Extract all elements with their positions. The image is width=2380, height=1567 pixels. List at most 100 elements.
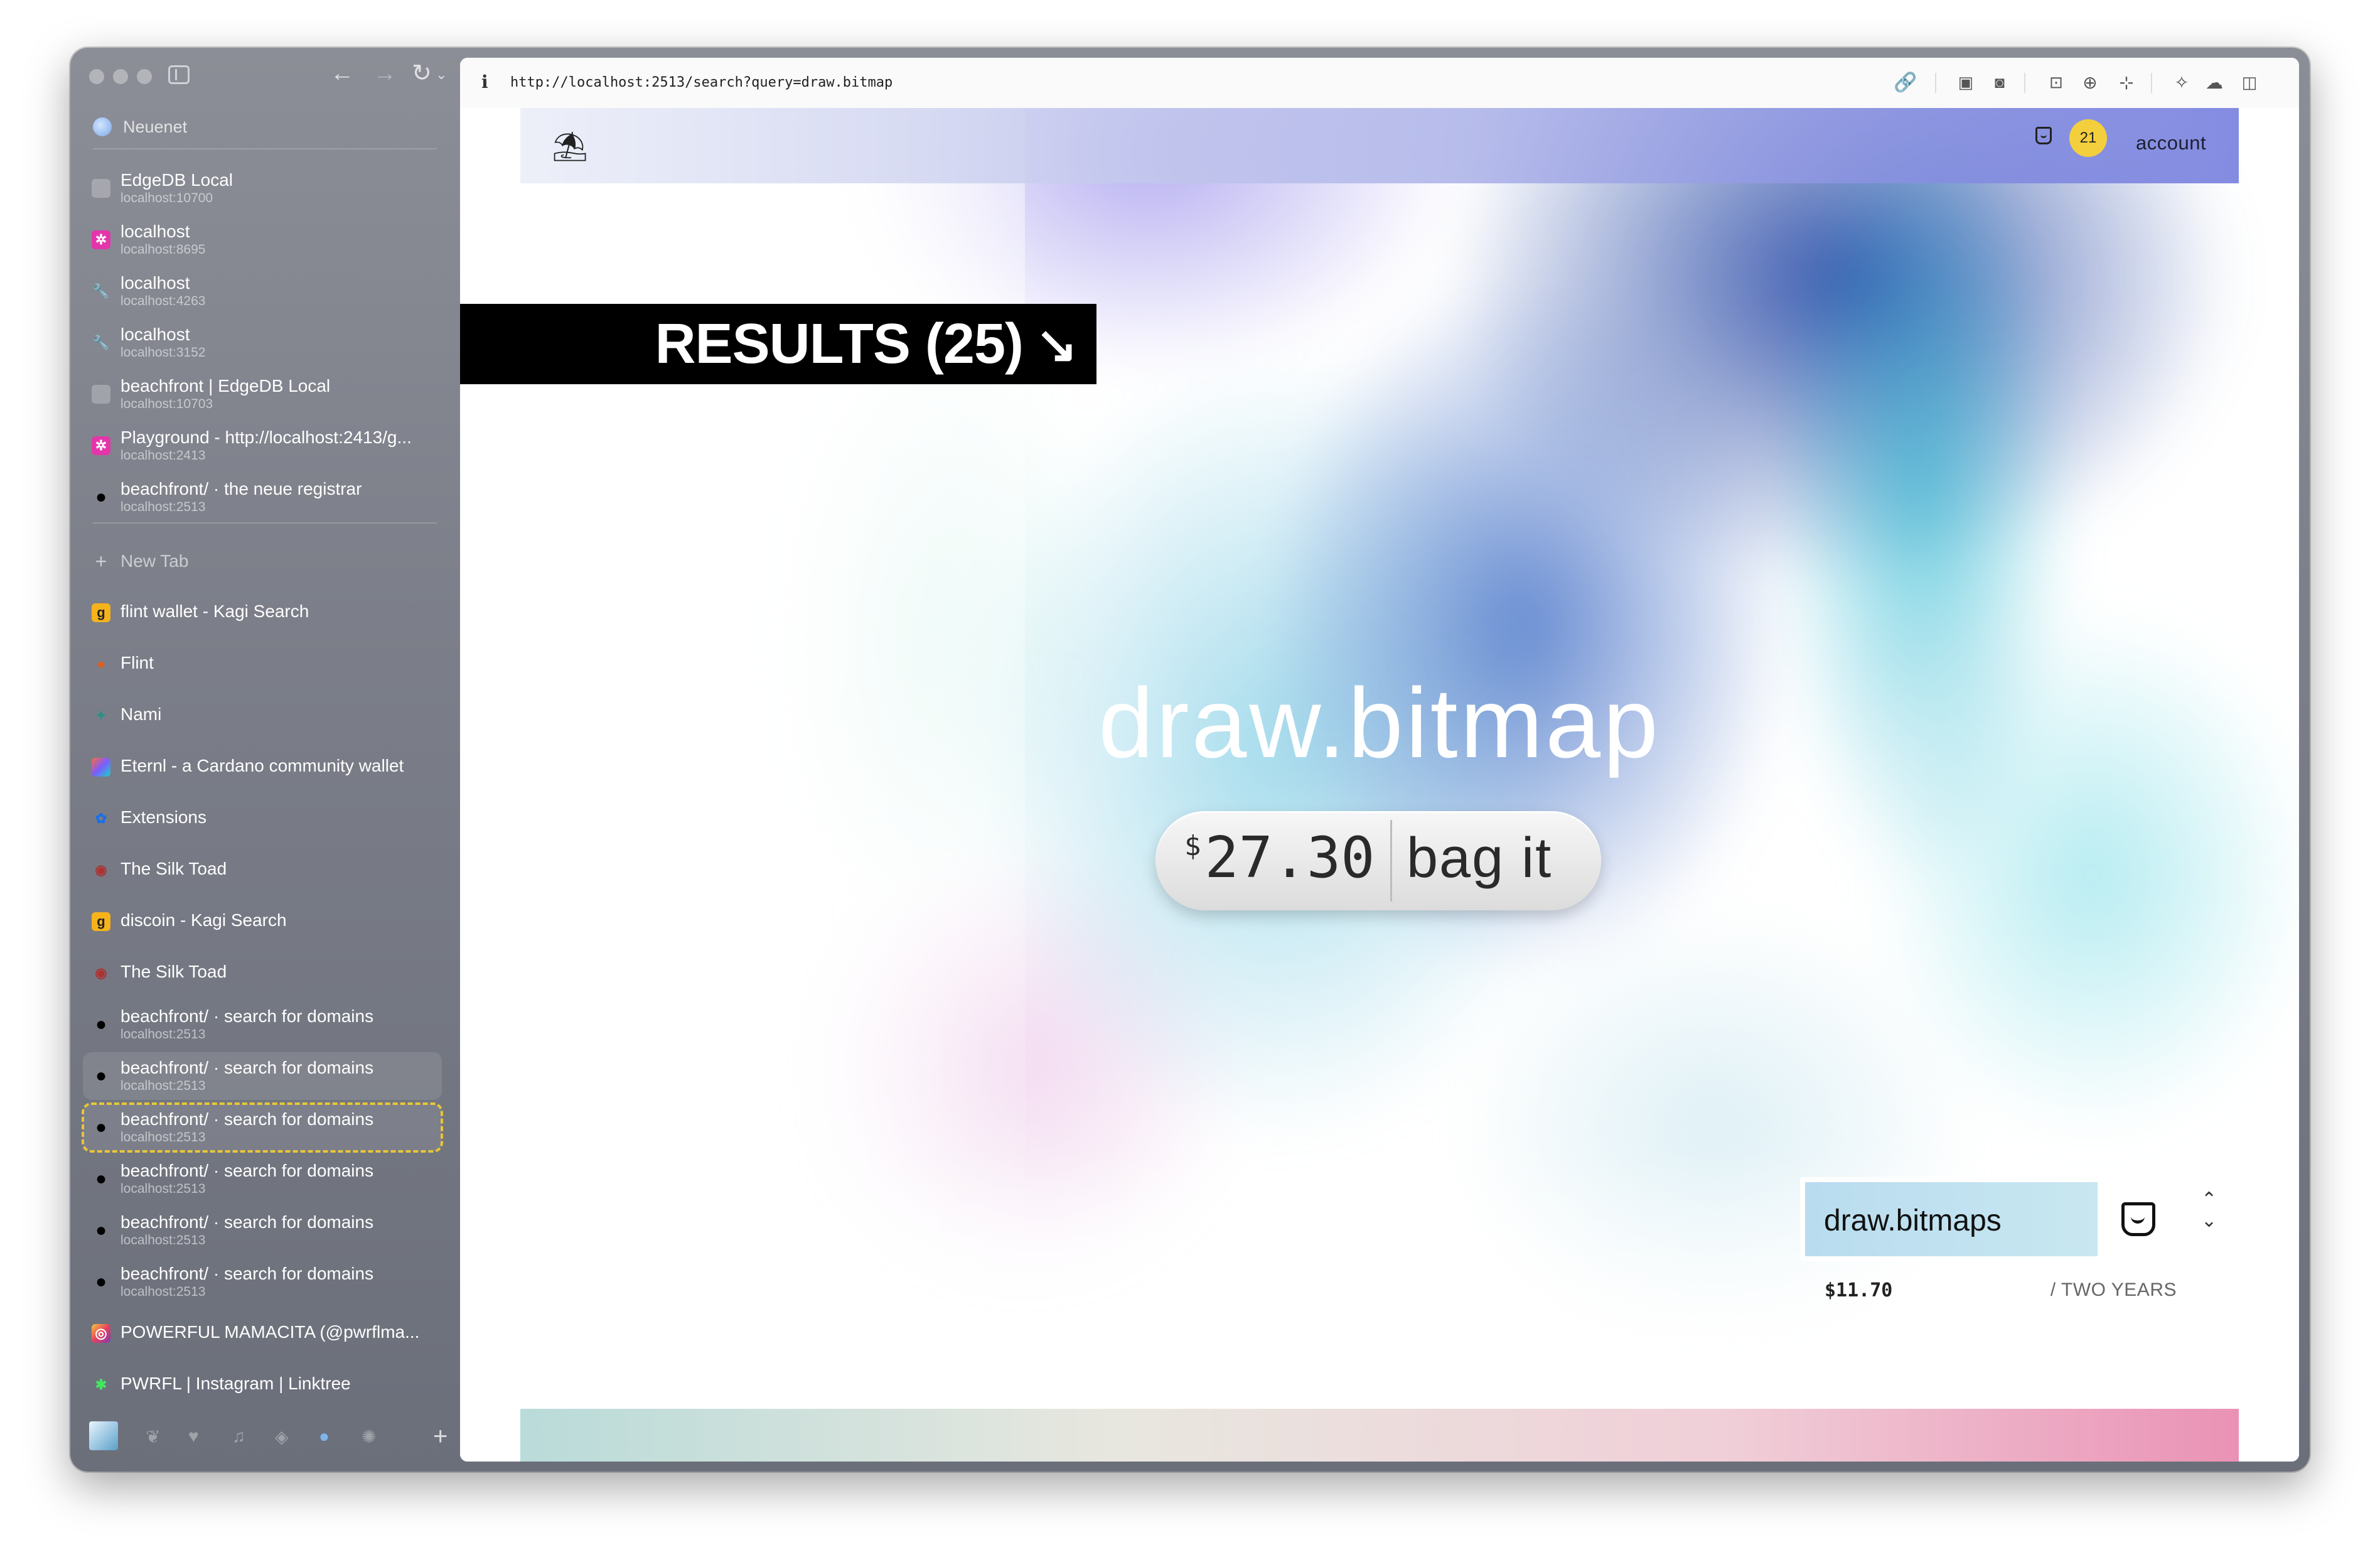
sidebar-tab[interactable]: ● beachfront/ · search for domains localho… (83, 1258, 442, 1306)
result-domain-name: draw.bitmaps (1824, 1204, 2002, 1237)
zoom-window-button[interactable] (137, 69, 152, 84)
site-info-icon[interactable]: i (481, 72, 488, 92)
tab-title: beachfront/ · the neue registrar (121, 479, 362, 498)
sidebar-tab[interactable]: g discoin - Kagi Search (83, 898, 442, 945)
cart-count-badge[interactable]: 21 (2069, 119, 2107, 157)
tab-title: discoin - Kagi Search (121, 910, 287, 930)
sidebar-tab[interactable]: beachfront | EdgeDB Local localhost:10703 (83, 370, 442, 418)
tab-title: Flint (121, 653, 154, 672)
kagi-icon: g (92, 912, 110, 931)
camera-icon[interactable]: ◙ (1988, 70, 2012, 94)
tab-title: EdgeDB Local (121, 170, 233, 190)
browser-window: ← → ↻ ⌄ Neuenet EdgeDB Local localhost:10… (70, 48, 2310, 1472)
result-term: / TWO YEARS (2050, 1279, 2177, 1300)
chevron-up-icon[interactable]: ⌃ (2201, 1189, 2217, 1210)
sidebar-tab[interactable]: ● beachfront/ · search for domains localho… (83, 1052, 442, 1100)
link-icon[interactable]: 🔗 (1894, 70, 1917, 94)
url-text[interactable]: http://localhost:2513/search?query=draw.… (510, 75, 893, 90)
sidebar-tab[interactable]: ● beachfront/ · search for domains localho… (83, 1001, 442, 1048)
searched-domain-title: draw.bitmap (1098, 668, 1661, 778)
close-window-button[interactable] (89, 69, 104, 84)
plus-icon: + (95, 549, 107, 573)
sidebar-tab[interactable]: ✱ PWRFL | Instagram | Linktree (83, 1361, 442, 1409)
terminal-icon[interactable]: ⊡ (2044, 70, 2068, 94)
sidebar-tab[interactable]: ◉ The Silk Toad (83, 949, 442, 997)
settings-icon[interactable]: ✺ (362, 1426, 376, 1447)
add-space-icon[interactable]: + (433, 1423, 448, 1451)
result-price: $11.70 (1825, 1279, 1893, 1301)
results-banner[interactable]: RESULTS (25) ↘ (460, 304, 1096, 384)
sidebar-tab[interactable]: ● beachfront/ · the neue registrar localho… (83, 473, 442, 521)
tab-title: beachfront/ · search for domains (121, 1058, 374, 1077)
page-body: ⛱ 21 account RESULTS (25) ↘ draw.bitmap … (460, 108, 2299, 1462)
sidebar-tab[interactable]: ✦ Nami (83, 692, 442, 740)
window-controls (89, 69, 152, 84)
forward-arrow-icon[interactable]: → (373, 62, 397, 85)
sidebar-tab[interactable]: g flint wallet - Kagi Search (83, 589, 442, 637)
tab-title: Eternl - a Cardano community wallet (121, 756, 404, 775)
minimize-window-button[interactable] (113, 69, 128, 84)
price-amount: 27.30 (1204, 825, 1375, 891)
back-arrow-icon[interactable]: ← (330, 62, 354, 85)
sidebar-tab[interactable]: ◉ The Silk Toad (83, 846, 442, 894)
wrench-icon: 🔧 (92, 335, 110, 350)
gamepad-icon[interactable]: ◈ (275, 1426, 289, 1447)
chevron-down-icon[interactable]: ⌄ (2201, 1210, 2217, 1232)
globe-icon[interactable]: ● (319, 1426, 330, 1446)
reload-icon[interactable]: ↻ (412, 62, 432, 85)
result-domain-field[interactable]: draw.bitmaps (1805, 1182, 2098, 1256)
sidebar-tab[interactable]: ✲ Playground - http://localhost:2413/g...… (83, 422, 442, 470)
instagram-icon: ◎ (92, 1324, 110, 1343)
tab-title: localhost (121, 222, 190, 241)
result-sort-arrows[interactable]: ⌃ ⌄ (2201, 1189, 2217, 1232)
shopping-bag-icon[interactable] (2035, 127, 2052, 144)
bag-it-button[interactable]: bag it (1407, 826, 1552, 891)
new-tab-button[interactable]: + New Tab (83, 537, 442, 585)
url-bar: i http://localhost:2513/search?query=dra… (460, 58, 2299, 109)
profile-thumbnail-icon[interactable] (89, 1421, 118, 1450)
sidebar-tab[interactable]: ● Flint (83, 640, 442, 688)
tab-title: beachfront/ · search for domains (121, 1212, 374, 1232)
archive-icon[interactable]: ▣ (1954, 70, 1978, 94)
sidebar-tab[interactable]: ◎ POWERFUL MAMACITA (@pwrflma... (83, 1310, 442, 1357)
sidebar-toggle-icon[interactable] (168, 65, 190, 84)
space-switcher[interactable]: Neuenet (93, 113, 187, 141)
cloud-icon[interactable]: ☁ (2202, 70, 2226, 94)
dot-icon: ● (95, 1271, 107, 1292)
split-view-icon[interactable]: ◫ (2238, 70, 2261, 94)
dot-icon: ● (95, 1117, 107, 1138)
sidebar-tab[interactable]: ● beachfront/ · search for domains localho… (82, 1102, 443, 1153)
tab-url: localhost:2513 (121, 500, 206, 514)
sidebar-tab[interactable]: ✲ localhost localhost:8695 (83, 216, 442, 264)
flint-icon: ● (97, 656, 105, 672)
globe-icon (93, 117, 112, 136)
result-card: draw.bitmaps (1800, 1177, 2177, 1261)
next-result-strip[interactable] (520, 1409, 2239, 1462)
beach-umbrella-logo-icon[interactable]: ⛱ (552, 129, 588, 164)
account-link[interactable]: account (2136, 132, 2206, 154)
dot-icon: ● (95, 487, 107, 507)
crosshair-icon[interactable]: ⊹ (2115, 70, 2138, 94)
sidebar-tab[interactable]: ✿ Extensions (83, 795, 442, 843)
tab-title: beachfront/ · search for domains (121, 1006, 374, 1026)
globe-icon[interactable]: ⊕ (2078, 70, 2102, 94)
tab-title: localhost (121, 325, 190, 344)
extensions-icon[interactable]: ✧ (2170, 70, 2194, 94)
music-icon[interactable]: ♫ (232, 1426, 245, 1446)
add-to-bag-icon[interactable] (2121, 1202, 2155, 1236)
sidebar-tab[interactable]: 🔧 localhost localhost:4263 (83, 267, 442, 315)
sidebar-tab[interactable]: 🔧 localhost localhost:3152 (83, 319, 442, 367)
dot-icon: ● (95, 1168, 107, 1189)
heart-icon[interactable]: ♥ (188, 1426, 199, 1446)
tab-title: Playground - http://localhost:2413/g... (121, 428, 412, 447)
chevron-down-icon[interactable]: ⌄ (436, 68, 447, 82)
sidebar-tab[interactable]: EdgeDB Local localhost:10700 (83, 164, 442, 212)
sidebar-tab[interactable]: ● beachfront/ · search for domains localho… (83, 1155, 442, 1203)
tab-url: localhost:10700 (121, 191, 213, 205)
sidebar-tab[interactable]: ● beachfront/ · search for domains localho… (83, 1207, 442, 1254)
linktree-icon: ✱ (95, 1377, 107, 1392)
sidebar-tab[interactable]: Eternl - a Cardano community wallet (83, 743, 442, 791)
leaf-icon[interactable]: ❦ (146, 1426, 160, 1447)
nami-icon: ✦ (95, 708, 107, 723)
edgedb-icon (92, 385, 110, 404)
